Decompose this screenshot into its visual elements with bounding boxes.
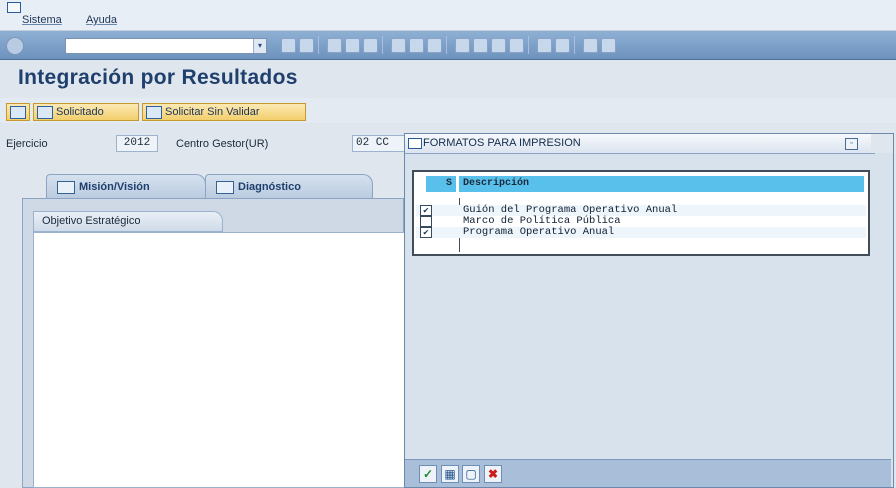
command-field[interactable]: ▾	[65, 38, 267, 54]
toolbar-separator	[446, 36, 447, 54]
last-page-icon[interactable]	[509, 38, 524, 53]
help-icon[interactable]	[583, 38, 598, 53]
stop-icon[interactable]	[363, 38, 378, 53]
solicitar-sin-validar-label: Solicitar Sin Validar	[165, 106, 260, 118]
menu-bar: Sistema Ayuda	[0, 0, 896, 31]
dialog-footer: ✓ ▦ ▢ ✖	[405, 459, 891, 487]
dialog-title: FORMATOS PARA IMPRESION	[423, 137, 581, 149]
back-icon[interactable]	[299, 38, 314, 53]
row-checkbox[interactable]	[420, 216, 432, 227]
request-no-validate-icon	[146, 106, 162, 119]
objetivo-estrategico-textarea[interactable]	[33, 232, 415, 488]
cancel-icon[interactable]: ✖	[484, 465, 502, 483]
enter-icon[interactable]	[6, 37, 24, 55]
find-next-icon[interactable]	[427, 38, 442, 53]
centro-gestor-field[interactable]: 02 CC	[352, 135, 412, 152]
request-icon	[37, 106, 53, 119]
save-icon[interactable]	[281, 38, 296, 53]
toolbar-separator	[318, 36, 319, 54]
standard-toolbar: ▾	[0, 31, 896, 60]
mission-icon	[57, 181, 75, 194]
toolbar-separator	[528, 36, 529, 54]
dialog-corner	[871, 134, 893, 153]
row-label: Programa Operativo Anual	[463, 226, 615, 238]
menu-item-sistema[interactable]: Sistema	[22, 14, 62, 26]
deselect-all-icon[interactable]: ▢	[462, 465, 480, 483]
tab-mision-vision[interactable]: Misión/Visión	[46, 174, 206, 199]
table-row[interactable]: ✔ Programa Operativo Anual	[416, 226, 866, 238]
toolbar-separator	[382, 36, 383, 54]
solicitado-label: Solicitado	[56, 106, 104, 118]
tab-panel: Objetivo Estratégico	[22, 198, 415, 488]
close-icon[interactable]: ▫	[845, 138, 858, 150]
column-header-s[interactable]: S	[426, 176, 456, 192]
cancel-icon[interactable]	[345, 38, 360, 53]
ejercicio-field[interactable]: 2012	[116, 135, 158, 152]
solicitar-sin-validar-button[interactable]: Solicitar Sin Validar	[142, 103, 306, 121]
select-all-icon[interactable]: ▦	[441, 465, 459, 483]
toolbar-separator	[574, 36, 575, 54]
page-title: Integración por Resultados	[18, 66, 298, 89]
row-checkbox[interactable]: ✔	[420, 205, 432, 216]
window-icon	[408, 138, 422, 149]
layout-icon[interactable]	[601, 38, 616, 53]
ejercicio-label: Ejercicio	[6, 138, 48, 150]
centro-gestor-label: Centro Gestor(UR)	[176, 138, 269, 150]
print-icon[interactable]	[391, 38, 406, 53]
tab-mision-vision-label: Misión/Visión	[79, 181, 150, 193]
exit-icon[interactable]	[327, 38, 342, 53]
application-toolbar: Solicitado Solicitar Sin Validar	[0, 98, 896, 123]
find-icon[interactable]	[409, 38, 424, 53]
table-header: S Descripción	[416, 176, 866, 192]
shortcut-icon[interactable]	[555, 38, 570, 53]
first-page-icon[interactable]	[455, 38, 470, 53]
tab-diagnostico[interactable]: Diagnóstico	[205, 174, 373, 199]
formatos-impresion-dialog: FORMATOS PARA IMPRESION ▫ S Descripción …	[404, 133, 894, 488]
menu-item-ayuda[interactable]: Ayuda	[86, 14, 117, 26]
formats-table: S Descripción ✔ Guión del Programa Opera…	[412, 170, 870, 256]
window-icon	[7, 2, 21, 13]
solicitado-button[interactable]: Solicitado	[33, 103, 139, 121]
new-session-icon[interactable]	[537, 38, 552, 53]
next-page-icon[interactable]	[491, 38, 506, 53]
objetivo-estrategico-header: Objetivo Estratégico	[33, 211, 223, 232]
check-icon[interactable]: ✓	[419, 465, 437, 483]
display-change-button[interactable]	[6, 103, 30, 121]
display-change-icon	[10, 106, 26, 119]
chevron-down-icon[interactable]: ▾	[253, 39, 266, 53]
diagnostic-icon	[216, 181, 234, 194]
column-header-descripcion[interactable]: Descripción	[459, 176, 864, 192]
tab-diagnostico-label: Diagnóstico	[238, 181, 301, 193]
previous-page-icon[interactable]	[473, 38, 488, 53]
dialog-title-bar: FORMATOS PARA IMPRESION ▫	[405, 134, 875, 154]
row-checkbox[interactable]: ✔	[420, 227, 432, 238]
